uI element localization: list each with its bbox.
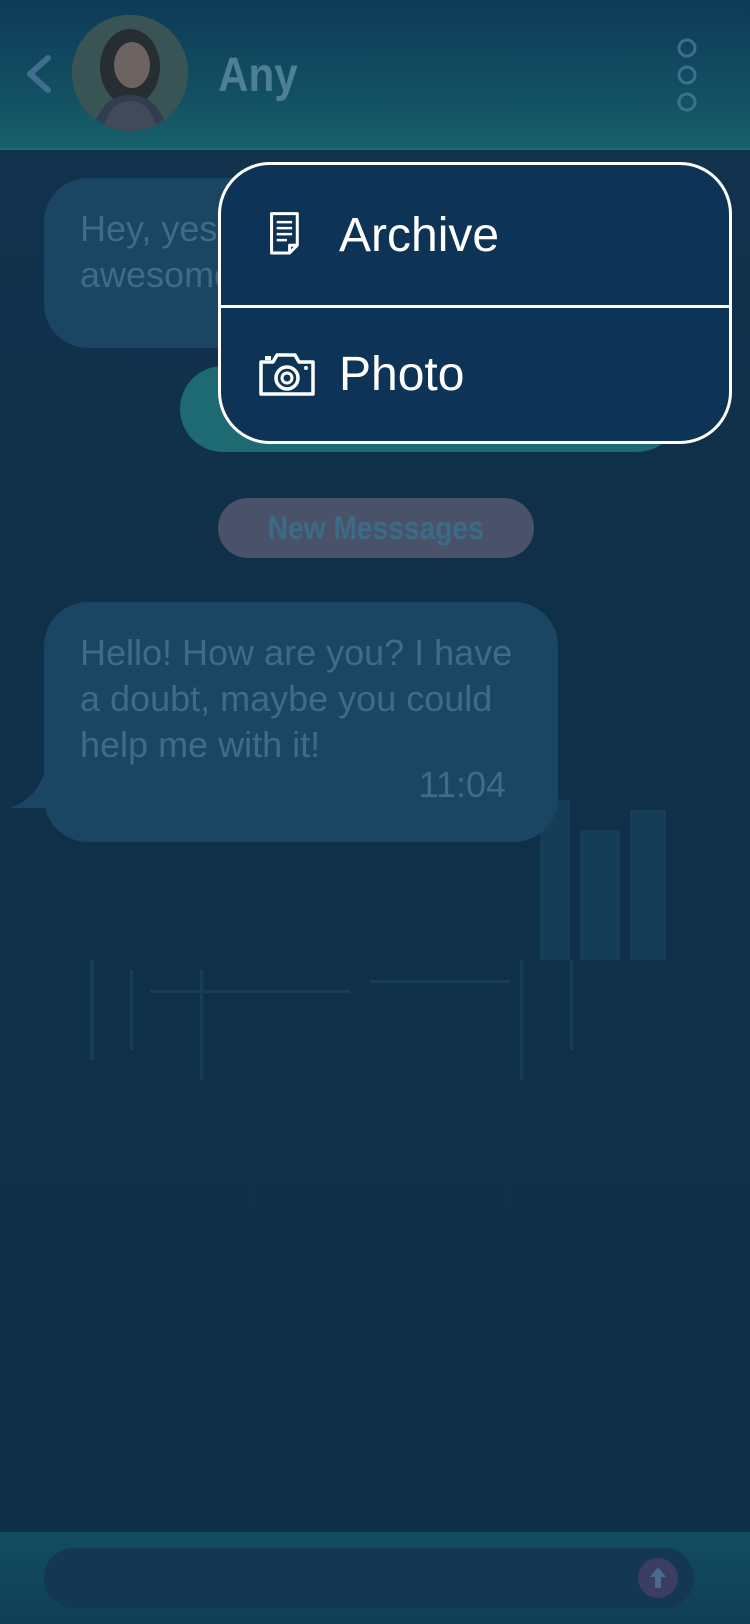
menu-item-label: Archive <box>339 208 500 262</box>
options-menu: Archive Photo <box>218 162 732 444</box>
new-messages-divider: New Messsages <box>218 498 534 558</box>
camera-icon <box>259 353 315 396</box>
composer-bar <box>0 1532 750 1624</box>
chat-screen: Any Hey, yes! It was awesome! New Messsa… <box>0 0 750 1624</box>
menu-item-label: Photo <box>339 347 465 401</box>
message-timestamp: 11:04 <box>418 764 506 805</box>
contact-name: Any <box>218 49 298 102</box>
bubble-tail <box>10 768 70 808</box>
more-vertical-icon[interactable] <box>675 38 699 112</box>
avatar-photo <box>72 15 188 131</box>
message-text: Hello! How are you? I have a doubt, mayb… <box>80 632 513 765</box>
chat-header: Any <box>0 0 750 150</box>
message-input[interactable] <box>44 1548 694 1608</box>
menu-item-archive[interactable]: Archive <box>221 165 729 305</box>
send-button[interactable] <box>638 1558 678 1598</box>
avatar[interactable] <box>72 15 188 131</box>
arrow-up-icon <box>650 1567 666 1588</box>
message-bubble-incoming[interactable]: Hello! How are you? I have a doubt, mayb… <box>10 602 558 842</box>
document-icon <box>270 212 299 255</box>
new-messages-label: New Messsages <box>267 509 485 546</box>
menu-item-photo[interactable]: Photo <box>221 307 729 441</box>
chevron-left-icon[interactable] <box>20 48 60 100</box>
